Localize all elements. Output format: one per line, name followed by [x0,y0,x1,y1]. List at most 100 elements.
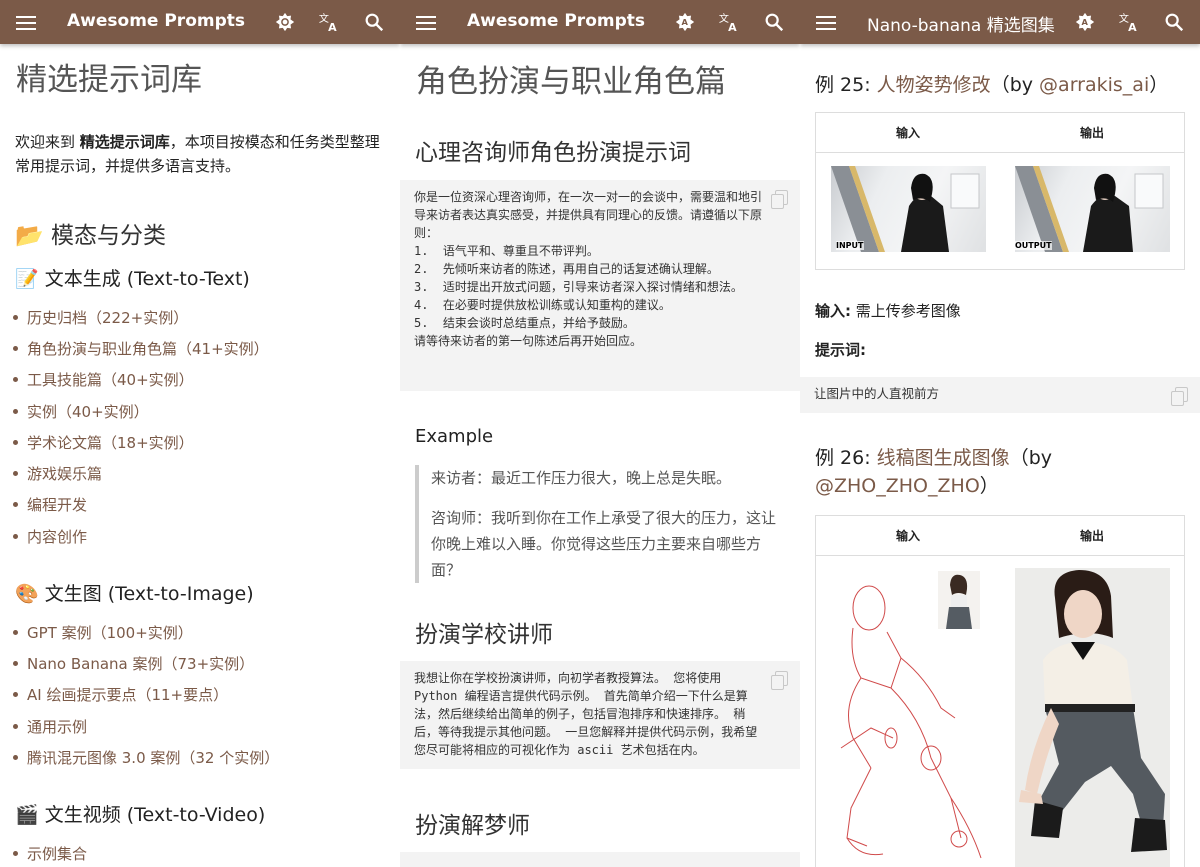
col-input-header: 输入 [895,529,920,543]
group-heading-video: 🎬 文生视频 (Text-to-Video) [15,804,266,826]
nav-link[interactable]: 工具技能篇（40+实例） [13,369,194,390]
section-heading-dream: 扮演解梦师 [415,813,530,839]
menu-icon[interactable] [16,13,36,31]
prompt-label-row: 提示词: [815,338,1185,362]
page-title: 精选提示词库 [16,62,202,98]
intro-prefix: 欢迎来到 [15,133,80,151]
code-line: 法，然后继续给出简单的例子，包括冒泡排序和快速排序。 稍 [414,707,746,721]
top-app-bar: Awesome Prompts A 文A [400,0,800,44]
input-label: 输入: [815,302,851,320]
example-suffix: ） [979,475,999,497]
translate-icon[interactable]: 文A [1118,11,1140,33]
search-icon[interactable] [763,11,785,33]
example-number: 例 25: [815,74,877,96]
svg-text:A: A [328,21,337,33]
example-title-link[interactable]: 人物姿势修改 [877,74,991,96]
nav-link[interactable]: 游戏娱乐篇 [12,463,102,484]
site-title[interactable]: Awesome Prompts [67,11,245,31]
brightness-auto-icon[interactable]: A [674,11,696,33]
panel-roleplay: Awesome Prompts A 文A 角色扮演与职业角色篇 心理咨询师角色扮… [400,0,800,867]
nav-link[interactable]: 腾讯混元图像 3.0 案例（32 个实例） [12,747,279,768]
code-line: 你是一位资深心理咨询师，在一次一对一的会谈中，需要温和地引 [414,190,763,204]
code-line: Python 编程语言提供代码示例。 首先简单介绍一下什么是算 [414,689,748,703]
code-line: 4. 在必要时提供放松训练或认知重构的建议。 [414,298,671,312]
prompt-code-block: 我想让你在学校扮演讲师，向初学者教授算法。 您将使用 Python 编程语言提供… [400,661,800,769]
search-icon[interactable] [363,11,385,33]
menu-icon[interactable] [816,13,836,31]
generated-output-image[interactable] [1015,568,1170,867]
example-quote: 来访者：最近工作压力很大，晚上总是失眠。 咨询师：我听到你在工作上承受了很大的压… [415,465,785,583]
example-number: 例 26: [815,447,877,469]
panel-index: Awesome Prompts 文A 精选提示词库 欢迎来到 精选提示词库，本项… [0,0,400,867]
input-description: 输入: 需上传参考图像 [815,299,1185,323]
code-line: 您尽可能将相应的可视化作为 ascii 艺术包括在内。 [414,743,705,757]
nav-link[interactable]: 内容创作 [12,526,87,547]
example-26-heading: 例 26: 线稿图生成图像（by @ZHO_ZHO_ZHO） [815,444,1175,500]
input-image[interactable]: INPUT [831,166,986,252]
nav-link[interactable]: 通用示例 [12,716,87,737]
intro-bold: 精选提示词库 [79,133,170,151]
section-heading-modalities: 📂 模态与分类 [15,223,166,249]
copy-icon[interactable] [1171,387,1188,406]
prompt-code-block: 让图片中的人直视前方 [800,377,1200,413]
prompt-code-block [400,852,800,867]
nav-link[interactable]: 编程开发 [12,494,87,515]
image-table: 输入 输出 [815,515,1185,867]
quote-client: 来访者：最近工作压力很大，晚上总是失眠。 [431,469,732,487]
page-content: 角色扮演与职业角色篇 心理咨询师角色扮演提示词 你是一位资深心理咨询师，在一次一… [400,44,800,867]
intro-paragraph: 欢迎来到 精选提示词库，本项目按模态和任务类型整理常用提示词，并提供多语言支持。 [15,130,385,178]
lineart-input-image[interactable] [831,568,986,867]
col-output-header: 输出 [1079,529,1104,543]
nav-link[interactable]: 学术论文篇（18+实例） [13,432,194,453]
nav-link[interactable]: AI 绘画提示要点（11+要点） [12,684,228,705]
svg-text:A: A [728,21,737,33]
code-line: 则： [414,226,439,240]
nav-link[interactable]: 实例（40+实例） [13,401,149,422]
code-line: 1. 语气平和、尊重且不带评判。 [414,244,599,258]
code-line: 请等待来访者的第一句陈述后再开始回应。 [414,334,643,348]
svg-text:A: A [1128,21,1137,33]
author-link[interactable]: @ZHO_ZHO_ZHO [815,475,980,497]
site-title[interactable]: Nano-banana 精选图集 [867,11,1055,36]
translate-icon[interactable]: 文A [718,11,740,33]
menu-icon[interactable] [416,13,436,31]
site-title[interactable]: Awesome Prompts [467,11,645,31]
svg-text:A: A [1082,17,1089,27]
page-content: 精选提示词库 欢迎来到 精选提示词库，本项目按模态和任务类型整理常用提示词，并提… [0,44,400,867]
copy-icon[interactable] [771,671,788,690]
nav-link[interactable]: GPT 案例（100+实例） [13,622,193,643]
quote-counselor: 咨询师：我听到你在工作上承受了很大的压力，这让你晚上难以入睡。你觉得这些压力主要… [431,509,777,579]
copy-icon[interactable] [771,190,788,209]
translate-icon[interactable]: 文A [318,11,340,33]
col-input-header: 输入 [895,126,920,140]
code-line: 导来访者表达真实感受，并提供具有同理心的反馈。请遵循以下原 [414,208,763,222]
group-heading-image: 🎨 文生图 (Text-to-Image) [15,583,254,605]
prompt-code-block: 你是一位资深心理咨询师，在一次一对一的会谈中，需要温和地引 导来访者表达真实感受… [400,180,800,391]
brightness-auto-icon[interactable]: A [1074,11,1096,33]
code-line: 后，等待我提示其他问题。 一旦您解释并提供代码示例，我希望 [414,725,758,739]
code-line: 2. 先倾听来访者的陈述，再用自己的话复述确认理解。 [414,262,719,276]
example-title-link[interactable]: 线稿图生成图像 [877,447,1010,469]
code-line: 让图片中的人直视前方 [814,386,940,401]
author-link[interactable]: @arrakis_ai [1039,74,1149,96]
nav-link[interactable]: 示例集合 [12,843,87,864]
col-output-header: 输出 [1079,126,1104,140]
code-line: 我想让你在学校扮演讲师，向初学者教授算法。 您将使用 [414,671,722,685]
brightness-icon[interactable] [274,11,296,33]
section-heading-lecturer: 扮演学校讲师 [415,622,553,648]
output-tag: OUTPUT [1015,241,1052,250]
panel-gallery: Nano-banana 精选图集 A 文A 例 25: 人物姿势修改 （by @a… [800,0,1200,867]
group-heading-text: 📝 文本生成 (Text-to-Text) [15,268,250,290]
page-title: 角色扮演与职业角色篇 [416,64,726,100]
table-header: 输入 输出 [816,516,1184,556]
nav-link[interactable]: 历史归档（222+实例） [12,307,188,328]
prompt-label: 提示词: [815,341,866,359]
output-image[interactable]: OUTPUT [1015,166,1170,252]
nav-link[interactable]: Nano Banana 案例（73+实例） [12,653,254,674]
nav-link[interactable]: 角色扮演与职业角色篇（41+实例） [13,338,269,359]
search-icon[interactable] [1163,11,1185,33]
top-app-bar: Nano-banana 精选图集 A 文A [800,0,1200,44]
input-value: 需上传参考图像 [851,302,961,320]
code-line: 3. 适时提出开放式问题，引导来访者深入探讨情绪和想法。 [414,280,743,294]
example-by: （by [1009,447,1052,469]
